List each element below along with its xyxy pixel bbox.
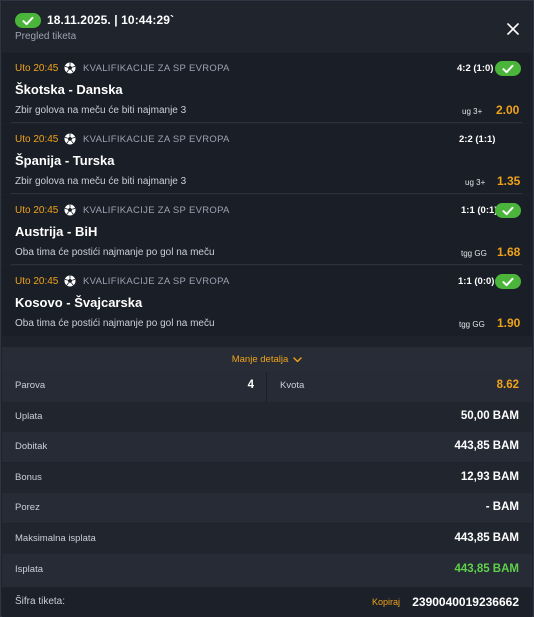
match-teams: Škotska - Danska — [15, 82, 123, 97]
match-tip: ug 3+ — [465, 178, 486, 187]
summary-row-payout: Isplata 443,85 BAM — [2, 554, 532, 587]
football-icon — [64, 275, 76, 287]
match-time: Uto 20:45 — [15, 63, 59, 74]
match-time: Uto 20:45 — [15, 276, 59, 287]
match-time: Uto 20:45 — [15, 134, 59, 145]
ticket-code: 2390040019236662 — [412, 595, 519, 609]
odds-label: Kvota — [280, 380, 305, 391]
tax-value: - BAM — [485, 501, 519, 513]
match-won-badge — [495, 203, 521, 218]
match-score: 1:1 (0:1) — [461, 205, 498, 216]
match-time: Uto 20:45 — [15, 205, 59, 216]
chevron-down-icon — [293, 356, 302, 362]
ticket-code-row: Šifra tiketa: Kopiraj 2390040019236662 — [2, 588, 532, 617]
copy-code-button[interactable]: Kopiraj — [372, 597, 400, 607]
stake-label: Uplata — [15, 411, 43, 422]
match-bet-description: Zbir golova na meču će biti najmanje 3 — [15, 176, 187, 187]
match-tip: tgg GG — [461, 249, 487, 258]
summary-row-max-payout: Maksimalna isplata 443,85 BAM — [2, 524, 532, 554]
pairs-label: Parova — [15, 380, 46, 391]
divider — [11, 193, 522, 194]
payout-label: Isplata — [15, 564, 43, 575]
match-bet-description: Oba tima će postići najmanje po gol na m… — [15, 247, 215, 258]
football-icon — [64, 62, 76, 74]
football-icon — [64, 133, 76, 145]
ticket-code-label: Šifra tiketa: — [15, 596, 66, 607]
win-label: Dobitak — [15, 441, 48, 452]
match-row[interactable]: Uto 20:45 KVALIFIKACIJE ZA SP EVROPA Kos… — [2, 266, 532, 336]
check-icon — [502, 206, 514, 215]
match-odd: 1.90 — [497, 316, 521, 330]
check-icon — [502, 64, 514, 73]
match-competition: KVALIFIKACIJE ZA SP EVROPA — [83, 63, 230, 74]
check-icon — [22, 16, 34, 25]
divider — [266, 372, 267, 402]
ticket-panel: 18.11.2025. | 10:44:29` Pregled tiketa U… — [0, 0, 534, 617]
close-button[interactable] — [504, 20, 522, 38]
match-won-badge — [495, 274, 521, 289]
match-tip: ug 3+ — [462, 107, 483, 116]
bonus-value: 12,93 BAM — [460, 471, 519, 483]
football-icon — [64, 204, 76, 216]
match-odd: 1.35 — [497, 174, 521, 188]
match-competition: KVALIFIKACIJE ZA SP EVROPA — [83, 134, 230, 145]
match-competition: KVALIFIKACIJE ZA SP EVROPA — [83, 205, 230, 216]
pairs-value: 4 — [247, 379, 254, 391]
close-icon — [507, 23, 519, 35]
match-tip: tgg GG — [459, 320, 485, 329]
match-odd: 1.68 — [497, 245, 521, 259]
match-won-badge — [495, 61, 521, 76]
tax-label: Porez — [15, 502, 40, 513]
summary-row-pairs-odds: Parova 4 Kvota 8.62 — [2, 372, 532, 402]
match-teams: Austrija - BiH — [15, 224, 98, 239]
match-odd: 2.00 — [496, 103, 520, 117]
stake-value: 50,00 BAM — [460, 410, 519, 422]
match-row[interactable]: Uto 20:45 KVALIFIKACIJE ZA SP EVROPA Špa… — [2, 124, 532, 194]
match-score: 4:2 (1:0) — [457, 63, 494, 74]
max-payout-value: 443,85 BAM — [454, 532, 519, 544]
summary-row-bonus: Bonus 12,93 BAM — [2, 463, 532, 493]
summary-row-stake: Uplata 50,00 BAM — [2, 402, 532, 432]
bonus-label: Bonus — [15, 472, 42, 483]
odds-value: 8.62 — [496, 379, 519, 391]
ticket-won-badge — [15, 13, 41, 28]
payout-value: 443,85 BAM — [454, 563, 519, 575]
match-competition: KVALIFIKACIJE ZA SP EVROPA — [83, 276, 230, 287]
divider — [11, 122, 522, 123]
less-details-label: Manje detalja — [231, 354, 289, 365]
ticket-header: 18.11.2025. | 10:44:29` Pregled tiketa — [2, 2, 532, 52]
match-bet-description: Oba tima će postići najmanje po gol na m… — [15, 318, 215, 329]
summary-row-tax: Porez - BAM — [2, 493, 532, 523]
less-details-toggle[interactable]: Manje detalja — [2, 347, 532, 372]
match-row[interactable]: Uto 20:45 KVALIFIKACIJE ZA SP EVROPA Ško… — [2, 53, 532, 123]
win-value: 443,85 BAM — [454, 440, 519, 452]
check-icon — [502, 277, 514, 286]
ticket-subtitle: Pregled tiketa — [15, 31, 77, 42]
match-bet-description: Zbir golova na meču će biti najmanje 3 — [15, 105, 187, 116]
match-score: 1:1 (0:0) — [458, 276, 495, 287]
max-payout-label: Maksimalna isplata — [15, 533, 96, 544]
summary-row-win: Dobitak 443,85 BAM — [2, 432, 532, 462]
match-teams: Kosovo - Švajcarska — [15, 295, 143, 310]
ticket-datetime: 18.11.2025. | 10:44:29` — [47, 13, 175, 27]
divider — [11, 264, 522, 265]
match-row[interactable]: Uto 20:45 KVALIFIKACIJE ZA SP EVROPA Aus… — [2, 195, 532, 265]
match-teams: Španija - Turska — [15, 153, 115, 168]
match-score: 2:2 (1:1) — [459, 134, 496, 145]
